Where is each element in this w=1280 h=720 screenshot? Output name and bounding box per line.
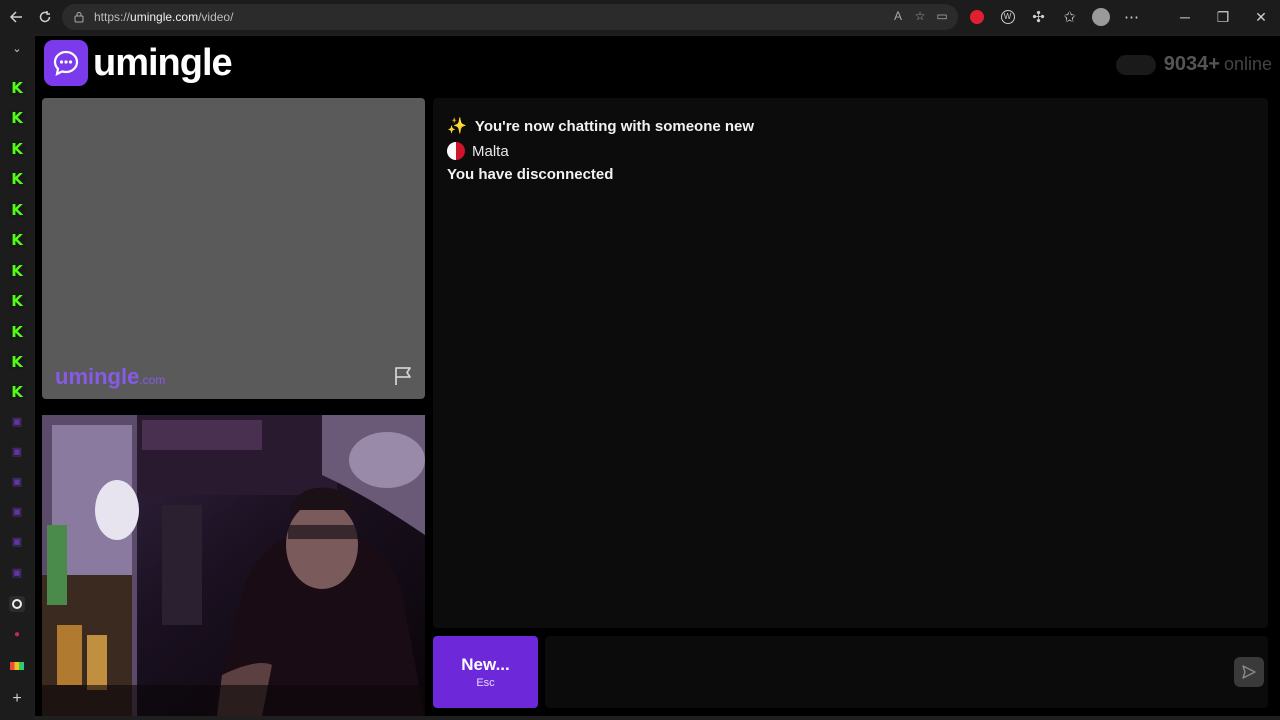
- twitch-tab-icon[interactable]: ▣: [9, 534, 25, 550]
- close-window-button[interactable]: ✕: [1242, 2, 1280, 32]
- kick-tab-icon[interactable]: K: [9, 232, 25, 248]
- vertical-tab-strip: ⌄ K K K K K K K K K K K ▣ ▣ ▣ ▣ ▣ ▣ ● +: [0, 34, 34, 720]
- profile-avatar[interactable]: [1086, 2, 1115, 32]
- chat-message: ✨ You're now chatting with someone new: [447, 117, 755, 136]
- kick-tab-icon[interactable]: K: [9, 80, 25, 96]
- address-bar[interactable]: https://umingle.com/video/ A ☆ ▭: [62, 4, 958, 30]
- site-info-icon[interactable]: [72, 10, 86, 24]
- send-button[interactable]: [1234, 657, 1264, 687]
- tab-icon[interactable]: [9, 658, 25, 674]
- extension-w-icon[interactable]: W: [993, 2, 1022, 32]
- reload-icon: [39, 11, 51, 23]
- kick-tab-icon[interactable]: K: [9, 354, 25, 370]
- umingle-logo[interactable]: umingle: [44, 40, 233, 86]
- more-menu-icon[interactable]: ⋯: [1117, 2, 1146, 32]
- online-indicator: 9034+ online: [1115, 53, 1272, 76]
- kick-tab-icon[interactable]: K: [9, 110, 25, 126]
- extensions-puzzle-icon[interactable]: ✣: [1024, 2, 1053, 32]
- kick-tab-icon[interactable]: K: [9, 263, 25, 279]
- report-flag-icon[interactable]: [393, 365, 415, 387]
- online-count: 9034+: [1163, 53, 1220, 75]
- active-tab-icon[interactable]: [9, 596, 25, 612]
- restore-button[interactable]: ❐: [1204, 2, 1242, 32]
- browser-toolbar: https://umingle.com/video/ A ☆ ▭ W ✣ ✩ ⋯…: [0, 0, 1280, 34]
- malta-flag-icon: [447, 142, 465, 160]
- online-label: online: [1223, 54, 1272, 74]
- webcam-feed-image: [42, 415, 425, 716]
- twitch-tab-icon[interactable]: ▣: [9, 565, 25, 581]
- camera-icon[interactable]: ▭: [934, 8, 950, 24]
- new-tab-plus-icon[interactable]: +: [9, 691, 25, 707]
- collapse-tabs-icon[interactable]: ⌄: [9, 42, 25, 58]
- favorites-icon[interactable]: ✩: [1055, 2, 1084, 32]
- online-toggle[interactable]: [1115, 54, 1156, 75]
- minimize-button[interactable]: ─: [1166, 2, 1204, 32]
- read-aloud-icon[interactable]: A: [890, 8, 906, 24]
- kick-tab-icon[interactable]: K: [9, 202, 25, 218]
- new-chat-label: New...: [461, 655, 510, 674]
- chat-bubble-logo-icon: [44, 40, 88, 86]
- kick-tab-icon[interactable]: K: [9, 293, 25, 309]
- page-content: umingle 9034+ online umingle.com ✨ You'r…: [35, 36, 1280, 716]
- new-chat-shortcut: Esc: [476, 677, 495, 689]
- favorite-star-icon[interactable]: ☆: [912, 8, 928, 24]
- message-input[interactable]: [545, 636, 1268, 708]
- kick-tab-icon[interactable]: K: [9, 384, 25, 400]
- url-text: https://umingle.com/video/: [94, 10, 234, 24]
- kick-tab-icon[interactable]: K: [9, 171, 25, 187]
- chat-log: ✨ You're now chatting with someone new M…: [433, 98, 1268, 628]
- kick-tab-icon[interactable]: K: [9, 324, 25, 340]
- back-button[interactable]: [1, 2, 31, 32]
- twitch-tab-icon[interactable]: ▣: [9, 474, 25, 490]
- new-chat-button[interactable]: New... Esc: [433, 636, 538, 708]
- twitch-tab-icon[interactable]: ▣: [9, 414, 25, 430]
- extension-red-icon[interactable]: [962, 2, 991, 32]
- send-icon: [1242, 665, 1256, 679]
- tab-icon[interactable]: ●: [9, 627, 25, 643]
- back-arrow-icon: [9, 11, 22, 23]
- twitch-tab-icon[interactable]: ▣: [9, 444, 25, 460]
- twitch-tab-icon[interactable]: ▣: [9, 504, 25, 520]
- reload-button[interactable]: [30, 2, 60, 32]
- sparkle-icon: ✨: [447, 118, 467, 135]
- chat-message: You have disconnected: [447, 166, 614, 183]
- stranger-video: umingle.com: [42, 98, 425, 399]
- logo-text: umingle: [93, 41, 233, 84]
- video-watermark: umingle.com: [55, 364, 166, 389]
- kick-tab-icon[interactable]: K: [9, 141, 25, 157]
- chat-message: Malta: [447, 142, 1254, 160]
- self-video: [42, 415, 425, 716]
